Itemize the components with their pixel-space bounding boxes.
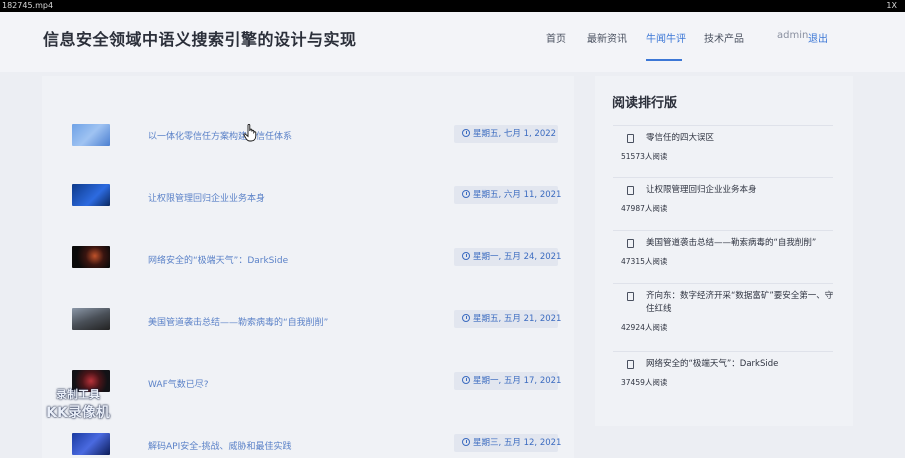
- article-date: 星期五, 五月 21, 2021: [454, 310, 561, 328]
- watermark-line-2: KK录像机: [46, 405, 110, 421]
- username: admin: [777, 30, 809, 41]
- nav-active-indicator: [646, 59, 682, 61]
- document-icon: [627, 186, 634, 195]
- article-row: 让权限管理回归企业业务本身 星期五, 六月 11, 2021: [42, 158, 574, 220]
- ranking-item[interactable]: 美国管道袭击总结——勒索病毒的“自我削削” 47315人阅读: [613, 230, 833, 276]
- nav-home[interactable]: 首页: [546, 30, 566, 45]
- read-count: 51573人阅读: [621, 152, 668, 161]
- article-row: 以一体化零信任方案构建新信任体系 星期五, 七月 1, 2022: [42, 96, 574, 158]
- article-list: 以一体化零信任方案构建新信任体系 星期五, 七月 1, 2022 让权限管理回归…: [42, 76, 574, 458]
- ranking-item[interactable]: 齐向东：数字经济开采“数据富矿”要安全第一、守住红线 42924人阅读: [613, 283, 833, 341]
- ranking-item-title[interactable]: 美国管道袭击总结——勒索病毒的“自我削削”: [646, 237, 836, 250]
- clock-icon: [462, 376, 470, 384]
- ranking-item-title[interactable]: 网络安全的“极端天气”：DarkSide: [646, 358, 836, 371]
- clock-icon: [462, 129, 470, 137]
- article-title-link[interactable]: 让权限管理回归企业业务本身: [148, 191, 265, 204]
- document-icon: [627, 134, 634, 143]
- read-count: 47315人阅读: [621, 257, 668, 266]
- web-page: 信息安全领域中语义搜索引擎的设计与实现 首页 最新资讯 牛闻牛评 技术产品 ad…: [0, 12, 905, 458]
- clock-icon: [462, 314, 470, 322]
- article-thumbnail[interactable]: [72, 433, 110, 455]
- article-row: 解码API安全-挑战、威胁和最佳实践 星期三, 五月 12, 2021: [42, 406, 574, 458]
- ranking-item-title[interactable]: 齐向东：数字经济开采“数据富矿”要安全第一、守住红线: [646, 290, 836, 316]
- site-title: 信息安全领域中语义搜索引擎的设计与实现: [43, 30, 357, 49]
- video-player-bar: 182745.mp4 1X: [0, 0, 905, 12]
- clock-icon: [462, 190, 470, 198]
- article-title-link[interactable]: 美国管道袭击总结——勒索病毒的“自我削削”: [148, 315, 328, 328]
- document-icon: [627, 360, 634, 369]
- watermark-line-1: 录制工具: [56, 388, 100, 401]
- article-row: WAF气数已尽? 星期一, 五月 17, 2021: [42, 344, 574, 406]
- article-date: 星期五, 六月 11, 2021: [454, 186, 561, 204]
- ranking-title: 阅读排行版: [612, 96, 678, 111]
- read-count: 47987人阅读: [621, 204, 668, 213]
- nav-latest-news[interactable]: 最新资讯: [587, 30, 627, 45]
- article-date: 星期三, 五月 12, 2021: [454, 434, 561, 452]
- ranking-item[interactable]: 零信任的四大误区 51573人阅读: [613, 125, 833, 171]
- article-title-link[interactable]: 解码API安全-挑战、威胁和最佳实践: [148, 439, 292, 452]
- article-title-link[interactable]: 以一体化零信任方案构建新信任体系: [148, 129, 292, 142]
- article-thumbnail[interactable]: [72, 184, 110, 206]
- site-header: 信息安全领域中语义搜索引擎的设计与实现 首页 最新资讯 牛闻牛评 技术产品 ad…: [0, 12, 905, 72]
- reading-ranking: 阅读排行版 零信任的四大误区 51573人阅读 让权限管理回归企业业务本身 47…: [595, 76, 853, 426]
- article-date: 星期一, 五月 24, 2021: [454, 248, 561, 266]
- article-title-link[interactable]: WAF气数已尽?: [148, 377, 209, 390]
- article-thumbnail[interactable]: [72, 308, 110, 330]
- ranking-item-title[interactable]: 让权限管理回归企业业务本身: [646, 184, 836, 197]
- logout-link[interactable]: 退出: [808, 30, 828, 45]
- hand-cursor-icon: [243, 124, 257, 142]
- ranking-item-title[interactable]: 零信任的四大误区: [646, 132, 836, 145]
- video-filename: 182745.mp4: [2, 1, 54, 10]
- nav-tech-products[interactable]: 技术产品: [704, 30, 744, 45]
- clock-icon: [462, 252, 470, 260]
- document-icon: [627, 239, 634, 248]
- document-icon: [627, 292, 634, 301]
- article-title-link[interactable]: 网络安全的“极端天气”：DarkSide: [148, 253, 288, 266]
- zoom-level[interactable]: 1X: [886, 0, 897, 12]
- article-date: 星期一, 五月 17, 2021: [454, 372, 561, 390]
- clock-icon: [462, 438, 470, 446]
- ranking-item[interactable]: 网络安全的“极端天气”：DarkSide 37459人阅读: [613, 351, 833, 397]
- recorder-watermark: 录制工具 KK录像机: [38, 386, 118, 422]
- article-row: 美国管道袭击总结——勒索病毒的“自我削削” 星期五, 五月 21, 2021: [42, 282, 574, 344]
- read-count: 37459人阅读: [621, 378, 668, 387]
- article-row: 网络安全的“极端天气”：DarkSide 星期一, 五月 24, 2021: [42, 220, 574, 282]
- article-thumbnail[interactable]: [72, 124, 110, 146]
- ranking-item[interactable]: 让权限管理回归企业业务本身 47987人阅读: [613, 177, 833, 223]
- read-count: 42924人阅读: [621, 323, 668, 332]
- nav-reviews[interactable]: 牛闻牛评: [646, 30, 686, 45]
- article-thumbnail[interactable]: [72, 246, 110, 268]
- article-date: 星期五, 七月 1, 2022: [454, 125, 558, 143]
